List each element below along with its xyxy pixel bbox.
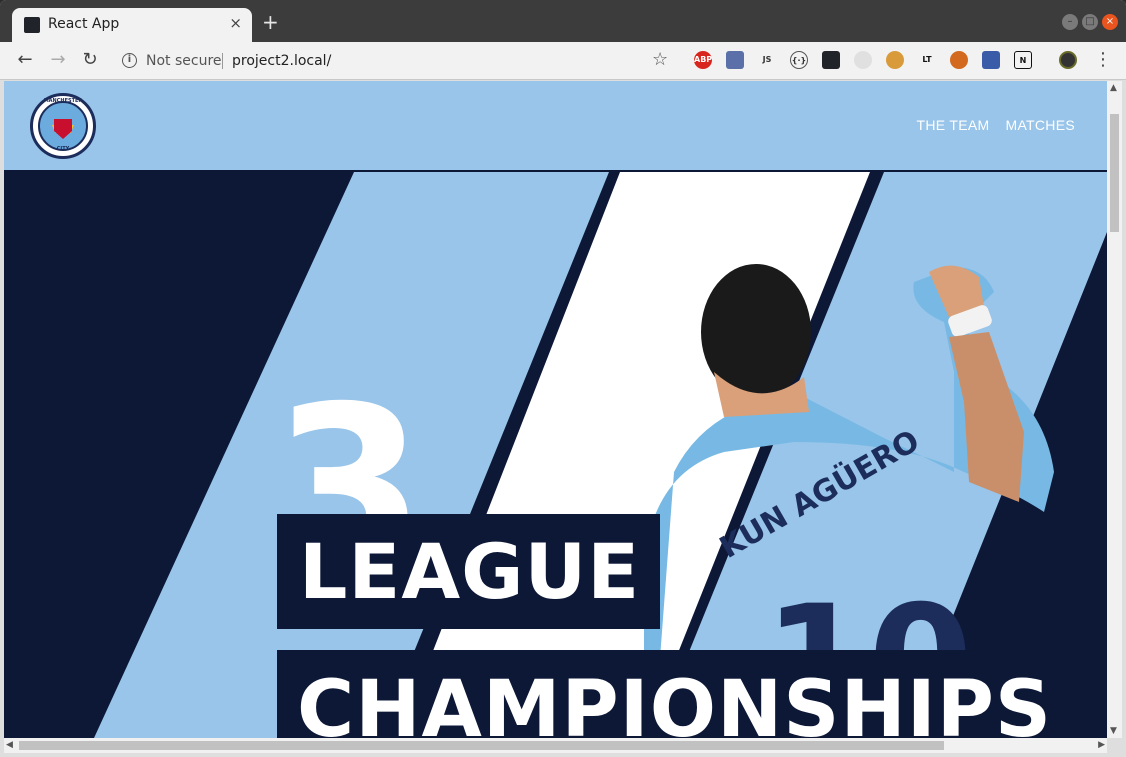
react-devtools-icon[interactable] <box>822 51 840 69</box>
tab-close-icon[interactable]: × <box>229 14 242 32</box>
back-icon[interactable]: ← <box>14 49 36 71</box>
scroll-right-icon[interactable]: ▶ <box>1098 740 1105 750</box>
page-viewport: MANCHESTER CITY THE TEAM MATCHES <box>4 81 1107 738</box>
scroll-up-icon[interactable]: ▲ <box>1110 83 1117 93</box>
horizontal-scroll-thumb[interactable] <box>19 741 944 750</box>
close-window-icon[interactable]: × <box>1102 14 1118 30</box>
reload-icon[interactable]: ↻ <box>79 49 101 71</box>
profile-avatar[interactable] <box>1059 51 1077 69</box>
club-crest-logo[interactable]: MANCHESTER CITY <box>30 93 96 159</box>
hero-title-line2: CHAMPIONSHIPS <box>277 650 1063 738</box>
n-extension-icon[interactable]: N <box>1014 51 1032 69</box>
extensions-row: ABP JS {·} LT N <box>694 51 1032 69</box>
extension-icon[interactable] <box>854 51 872 69</box>
menu-icon[interactable]: ⋮ <box>1094 49 1112 70</box>
new-tab-button[interactable]: + <box>262 12 279 32</box>
js-extension-icon[interactable]: JS <box>758 51 776 69</box>
nav-matches[interactable]: MATCHES <box>1005 117 1075 133</box>
shield-icon <box>54 119 72 139</box>
adblock-icon[interactable]: ABP <box>694 51 712 69</box>
address-bar[interactable]: i Not secure project2.local/ <box>112 47 688 75</box>
bookmark-star-icon[interactable]: ☆ <box>652 49 668 70</box>
vertical-scroll-thumb[interactable] <box>1110 114 1119 232</box>
react-favicon-icon <box>24 17 40 33</box>
save-icon[interactable] <box>982 51 1000 69</box>
lt-extension-icon[interactable]: LT <box>918 51 936 69</box>
forward-icon[interactable]: → <box>47 49 69 71</box>
hero-section: KUN AGÜERO 10 3 LEAGUE CHAMPIONSHIPS <box>4 172 1107 738</box>
url-separator <box>222 53 223 69</box>
hero-title-line1: LEAGUE <box>277 514 660 629</box>
monkey-icon[interactable] <box>950 51 968 69</box>
extension-icon[interactable] <box>726 51 744 69</box>
json-extension-icon[interactable]: {·} <box>790 51 808 69</box>
crest-text-bottom: CITY <box>56 146 70 152</box>
site-header: MANCHESTER CITY THE TEAM MATCHES <box>4 81 1107 172</box>
maximize-icon[interactable]: □ <box>1082 14 1098 30</box>
security-label: Not secure <box>146 53 222 69</box>
site-nav: THE TEAM MATCHES <box>917 117 1075 133</box>
info-icon[interactable]: i <box>122 53 137 68</box>
tab-title: React App <box>48 16 120 32</box>
nav-the-team[interactable]: THE TEAM <box>917 117 990 133</box>
browser-window: React App × + – □ × ← → ↻ i Not secure p… <box>0 0 1126 757</box>
scroll-left-icon[interactable]: ◀ <box>6 740 13 750</box>
crest-inner <box>38 101 88 151</box>
browser-tab[interactable]: React App × <box>12 8 252 42</box>
horizontal-scrollbar[interactable]: ◀ ▶ <box>4 738 1107 753</box>
window-controls: – □ × <box>1062 14 1118 30</box>
tab-bar: React App × + – □ × <box>0 0 1126 42</box>
scroll-down-icon[interactable]: ▼ <box>1110 726 1117 736</box>
url-text[interactable]: project2.local/ <box>232 53 331 69</box>
vertical-scrollbar[interactable]: ▲ ▼ <box>1107 81 1122 738</box>
minimize-icon[interactable]: – <box>1062 14 1078 30</box>
cookie-icon[interactable] <box>886 51 904 69</box>
